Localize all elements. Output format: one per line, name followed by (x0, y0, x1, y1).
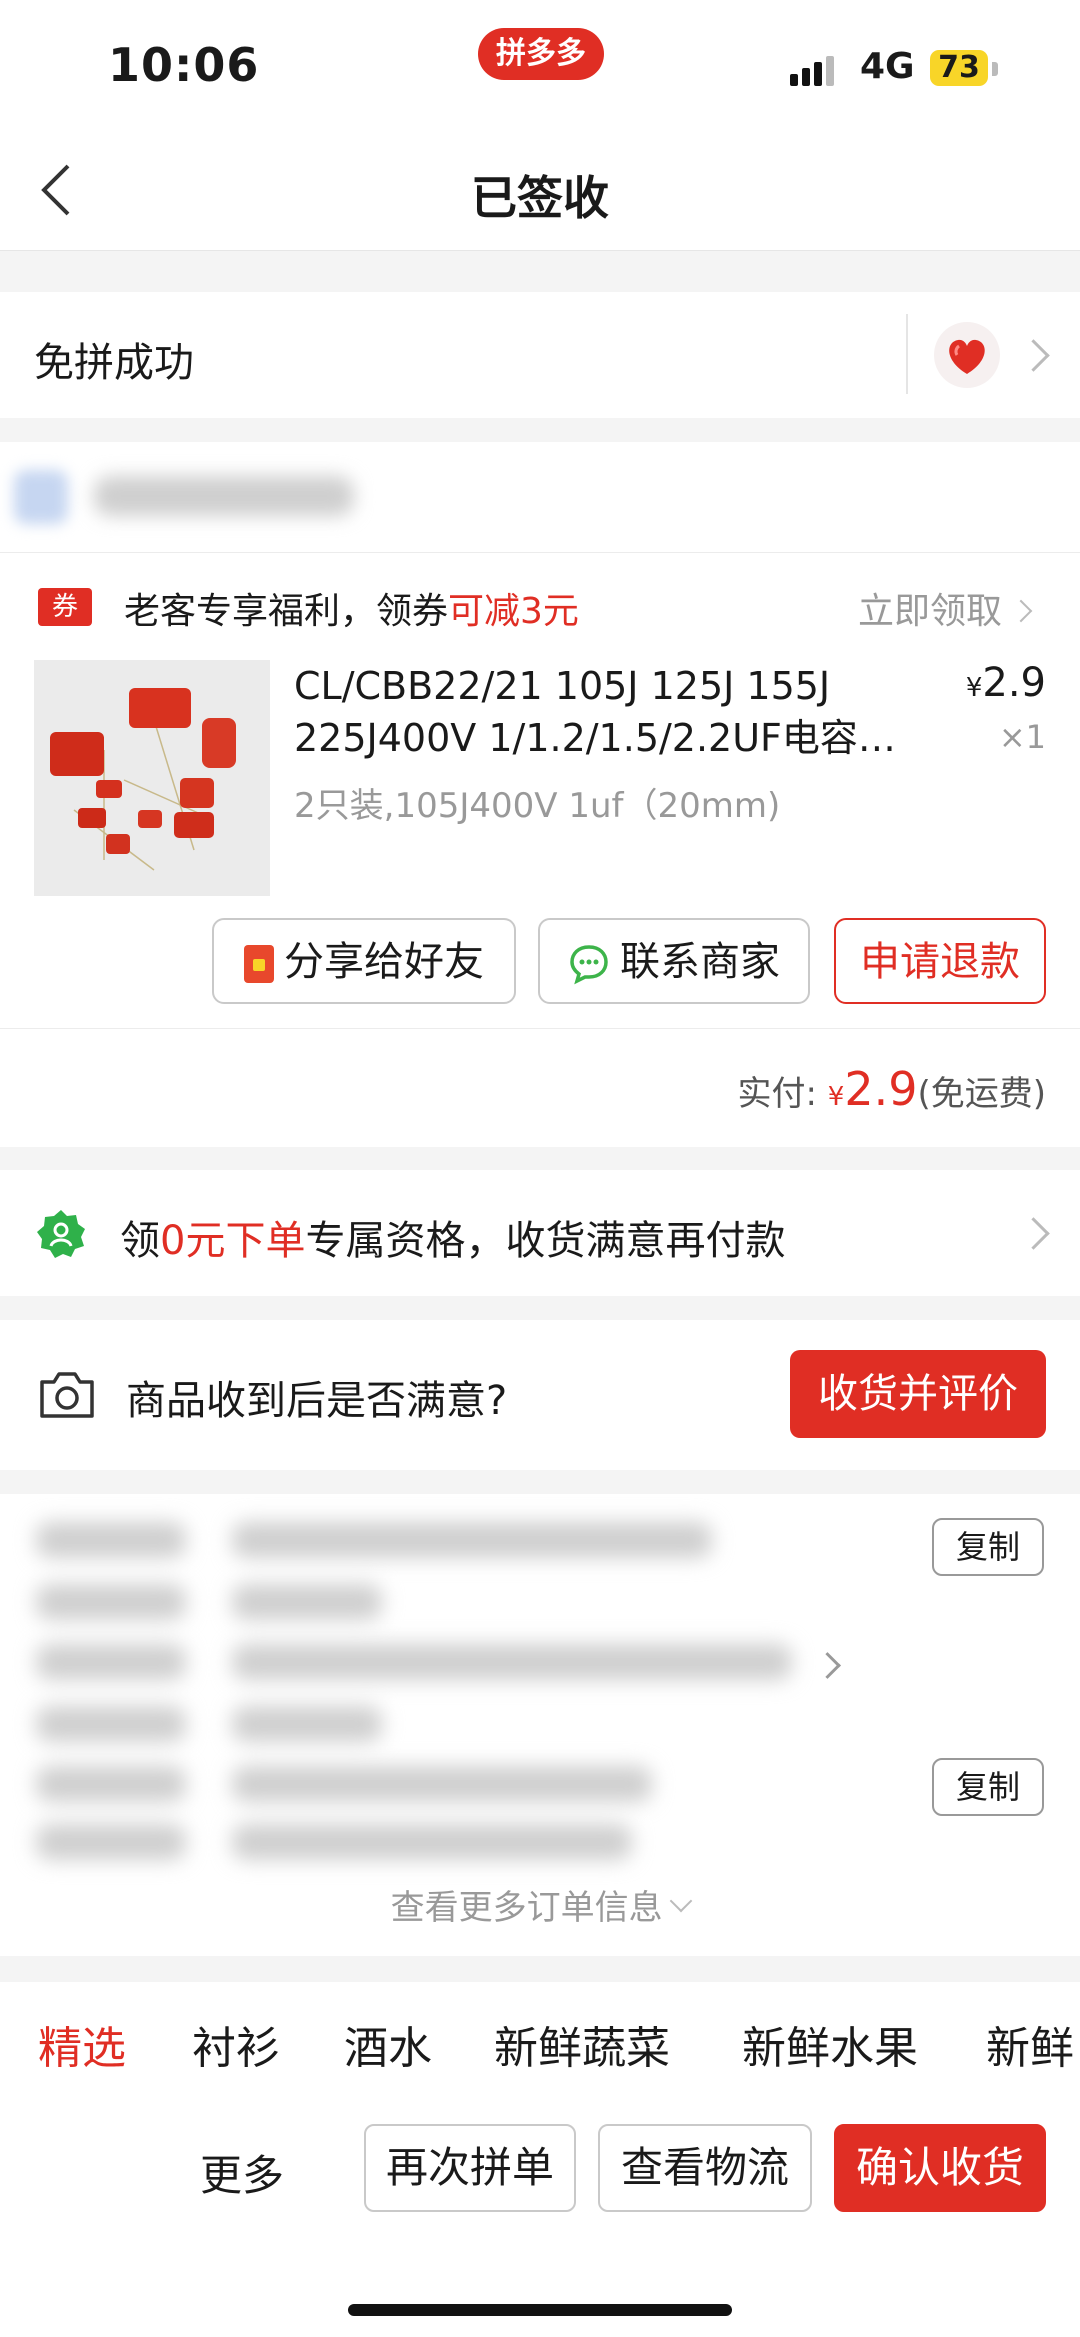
coupon-tag: 券 (38, 588, 92, 626)
shop-avatar (14, 470, 68, 524)
claim-coupon-button[interactable]: 立即领取 (858, 582, 1033, 634)
chevron-right-icon[interactable] (814, 1652, 841, 1679)
camera-icon (40, 1372, 94, 1418)
heart-avatar-icon[interactable] (934, 322, 1000, 388)
nav-bar: 已签收 (0, 130, 1080, 251)
info-value-redacted (232, 1522, 712, 1558)
promo-prefix: 领 (120, 1218, 160, 1264)
divider (0, 552, 1080, 553)
info-value-redacted (232, 1706, 382, 1742)
regroup-button[interactable]: 再次拼单 (364, 2124, 576, 2212)
chevron-right-icon (1010, 599, 1033, 623)
coupon-text-prefix: 老客专享福利，领券 (124, 591, 449, 632)
product-image[interactable] (34, 660, 270, 896)
pay-later-promo[interactable]: 领0元下单专属资格，收货满意再付款 (0, 1170, 1080, 1296)
red-envelope-icon (244, 945, 274, 983)
review-card: 商品收到后是否满意? 收货并评价 (0, 1320, 1080, 1470)
app-badge: 拼多多 (478, 28, 604, 80)
info-label-redacted (36, 1824, 186, 1860)
info-label-redacted (36, 1584, 186, 1620)
promo-text: 领0元下单专属资格，收货满意再付款 (120, 1208, 785, 1266)
info-label-redacted (36, 1644, 186, 1680)
chevron-right-icon (1017, 1217, 1050, 1250)
divider (0, 1028, 1080, 1029)
page-title: 已签收 (471, 171, 609, 225)
divider (906, 314, 908, 394)
tab-category[interactable]: 新鲜水果 (742, 2012, 918, 2076)
copy-button[interactable]: 复制 (932, 1758, 1044, 1816)
bottom-action-bar: 更多 再次拼单 查看物流 确认收货 (0, 2098, 1080, 2337)
promo-highlight: 0元下单 (160, 1218, 306, 1264)
product-price: ¥2.9 (950, 660, 1046, 706)
price-value: 2.9 (982, 660, 1046, 706)
info-value-redacted (232, 1584, 382, 1620)
contact-seller-button[interactable]: 联系商家 (538, 918, 810, 1004)
share-button[interactable]: 分享给好友 (212, 918, 516, 1004)
paid-amount: 2.9 (844, 1062, 918, 1116)
info-label-redacted (36, 1766, 186, 1802)
coupon-discount: 可减3元 (448, 591, 579, 632)
more-order-info-label: 查看更多订单信息 (390, 1888, 663, 1928)
contact-seller-label: 联系商家 (620, 939, 780, 985)
claim-coupon-label: 立即领取 (858, 591, 1003, 632)
order-info-card: 复制 复制 查看更多订单信息 (0, 1494, 1080, 1956)
promo-suffix: 专属资格，收货满意再付款 (305, 1218, 786, 1264)
tab-category[interactable]: 新鲜 (986, 2012, 1074, 2076)
battery-tip (992, 62, 998, 76)
category-tabs: 精选 衬衫 酒水 新鲜蔬菜 新鲜水果 新鲜 (0, 1982, 1080, 2099)
tab-category[interactable]: 精选 (38, 2012, 126, 2076)
shop-row[interactable] (14, 452, 374, 542)
view-logistics-button[interactable]: 查看物流 (598, 2124, 812, 2212)
info-value-redacted (232, 1766, 652, 1802)
chevron-down-icon (670, 1889, 693, 1913)
tab-category[interactable]: 衬衫 (192, 2012, 280, 2076)
product-title[interactable]: CL/CBB22/21 105J 125J 155J 225J400V 1/1.… (294, 660, 914, 764)
shipping-note: (免运费) (917, 1074, 1046, 1114)
copy-button[interactable]: 复制 (932, 1518, 1044, 1576)
share-label: 分享给好友 (284, 939, 484, 985)
order-card: 券 老客专享福利，领券可减3元 立即领取 CL/CBB22/21 105J 12… (0, 442, 1080, 1147)
chevron-right-icon (1017, 339, 1050, 372)
product-quantity: ×1 (998, 718, 1046, 756)
tab-category[interactable]: 新鲜蔬菜 (494, 2012, 670, 2076)
status-time: 10:06 (108, 38, 260, 92)
more-order-info-link[interactable]: 查看更多订单信息 (0, 1880, 1080, 1929)
network-type: 4G (860, 46, 915, 87)
receive-and-review-button[interactable]: 收货并评价 (790, 1350, 1046, 1438)
group-status-label: 免拼成功 (34, 340, 194, 386)
home-indicator[interactable] (348, 2304, 732, 2316)
currency-symbol: ¥ (827, 1082, 845, 1112)
product-spec: 2只装,105J400V 1uf（20mm) (294, 786, 781, 826)
info-label-redacted (36, 1522, 186, 1558)
currency-symbol: ¥ (965, 673, 983, 703)
battery-icon: 73 (930, 50, 988, 86)
signal-icon (790, 56, 838, 86)
group-status-card[interactable]: 免拼成功 (0, 292, 1080, 418)
status-bar: 10:06 拼多多 4G 73 (0, 0, 1080, 130)
paid-label: 实付: (737, 1074, 817, 1114)
satisfaction-question: 商品收到后是否满意? (126, 1378, 508, 1424)
confirm-receipt-button[interactable]: 确认收货 (834, 2124, 1046, 2212)
shop-name-redacted (94, 476, 354, 516)
badge-check-icon (37, 1210, 85, 1258)
refund-button[interactable]: 申请退款 (834, 918, 1046, 1004)
tab-category[interactable]: 酒水 (344, 2012, 432, 2076)
info-value-redacted (232, 1824, 632, 1860)
info-label-redacted (36, 1706, 186, 1742)
coupon-text: 老客专享福利，领券可减3元 (124, 582, 579, 634)
paid-amount-row: 实付: ¥2.9(免运费) (0, 1062, 1046, 1116)
more-button[interactable]: 更多 (200, 2142, 284, 2203)
chat-bubble-icon (570, 945, 608, 985)
info-value-redacted (232, 1644, 792, 1680)
